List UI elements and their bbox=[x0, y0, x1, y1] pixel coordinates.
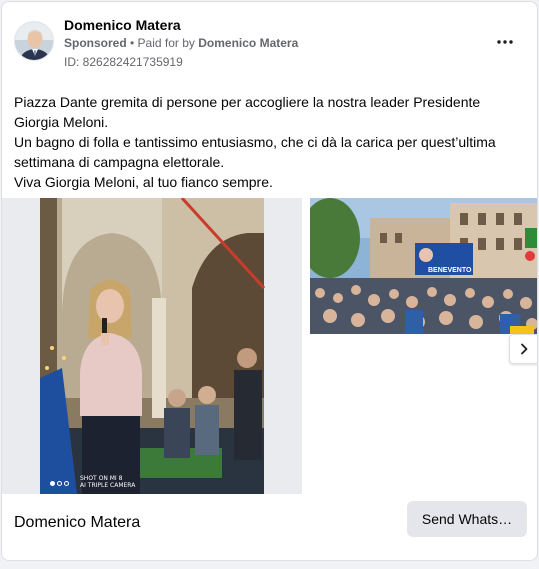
avatar-photo bbox=[15, 22, 53, 60]
body-line: Un bagno di folla e tantissimo entusiasm… bbox=[14, 134, 500, 170]
chevron-right-icon bbox=[521, 343, 528, 355]
speaker-photo bbox=[2, 198, 302, 494]
indicator-dot bbox=[50, 481, 55, 486]
more-options-button[interactable] bbox=[493, 30, 517, 50]
carousel-card-1[interactable]: SHOT ON MI 8 AI TRIPLE CAMERA bbox=[2, 198, 302, 494]
ad-body-text: Piazza Dante gremita di persone per acco… bbox=[14, 92, 529, 192]
page-name-link[interactable]: Domenico Matera bbox=[64, 17, 181, 33]
banner-text: BENEVENTO bbox=[428, 267, 472, 274]
ad-card: Domenico Matera Sponsored • Paid for by … bbox=[1, 1, 538, 561]
ad-library-id: ID: 826282421735919 bbox=[64, 55, 183, 69]
crowd-photo: BENEVENTO bbox=[310, 198, 537, 334]
photo-watermark: SHOT ON MI 8 AI TRIPLE CAMERA bbox=[80, 475, 136, 489]
indicator-dot bbox=[64, 481, 69, 486]
sponsored-label: Sponsored bbox=[64, 36, 127, 50]
more-horizontal-icon bbox=[497, 40, 513, 44]
send-whatsapp-button[interactable]: Send Whats… bbox=[407, 501, 527, 537]
paid-for-name[interactable]: Domenico Matera bbox=[198, 36, 298, 50]
paid-for-prefix: • Paid for by bbox=[126, 36, 199, 50]
media-carousel[interactable]: SHOT ON MI 8 AI TRIPLE CAMERA BENEVENTO bbox=[2, 198, 537, 498]
body-line: Piazza Dante gremita di persone per acco… bbox=[14, 94, 485, 130]
footer-page-name: Domenico Matera bbox=[14, 514, 141, 531]
page-avatar[interactable] bbox=[14, 21, 54, 61]
sponsored-line: Sponsored • Paid for by Domenico Matera bbox=[64, 36, 298, 50]
carousel-indicator bbox=[50, 481, 69, 486]
body-line: Viva Giorgia Meloni, al tuo fianco sempr… bbox=[14, 174, 273, 190]
carousel-next-button[interactable] bbox=[509, 334, 537, 364]
indicator-dot bbox=[57, 481, 62, 486]
carousel-card-2[interactable]: BENEVENTO bbox=[310, 198, 537, 334]
